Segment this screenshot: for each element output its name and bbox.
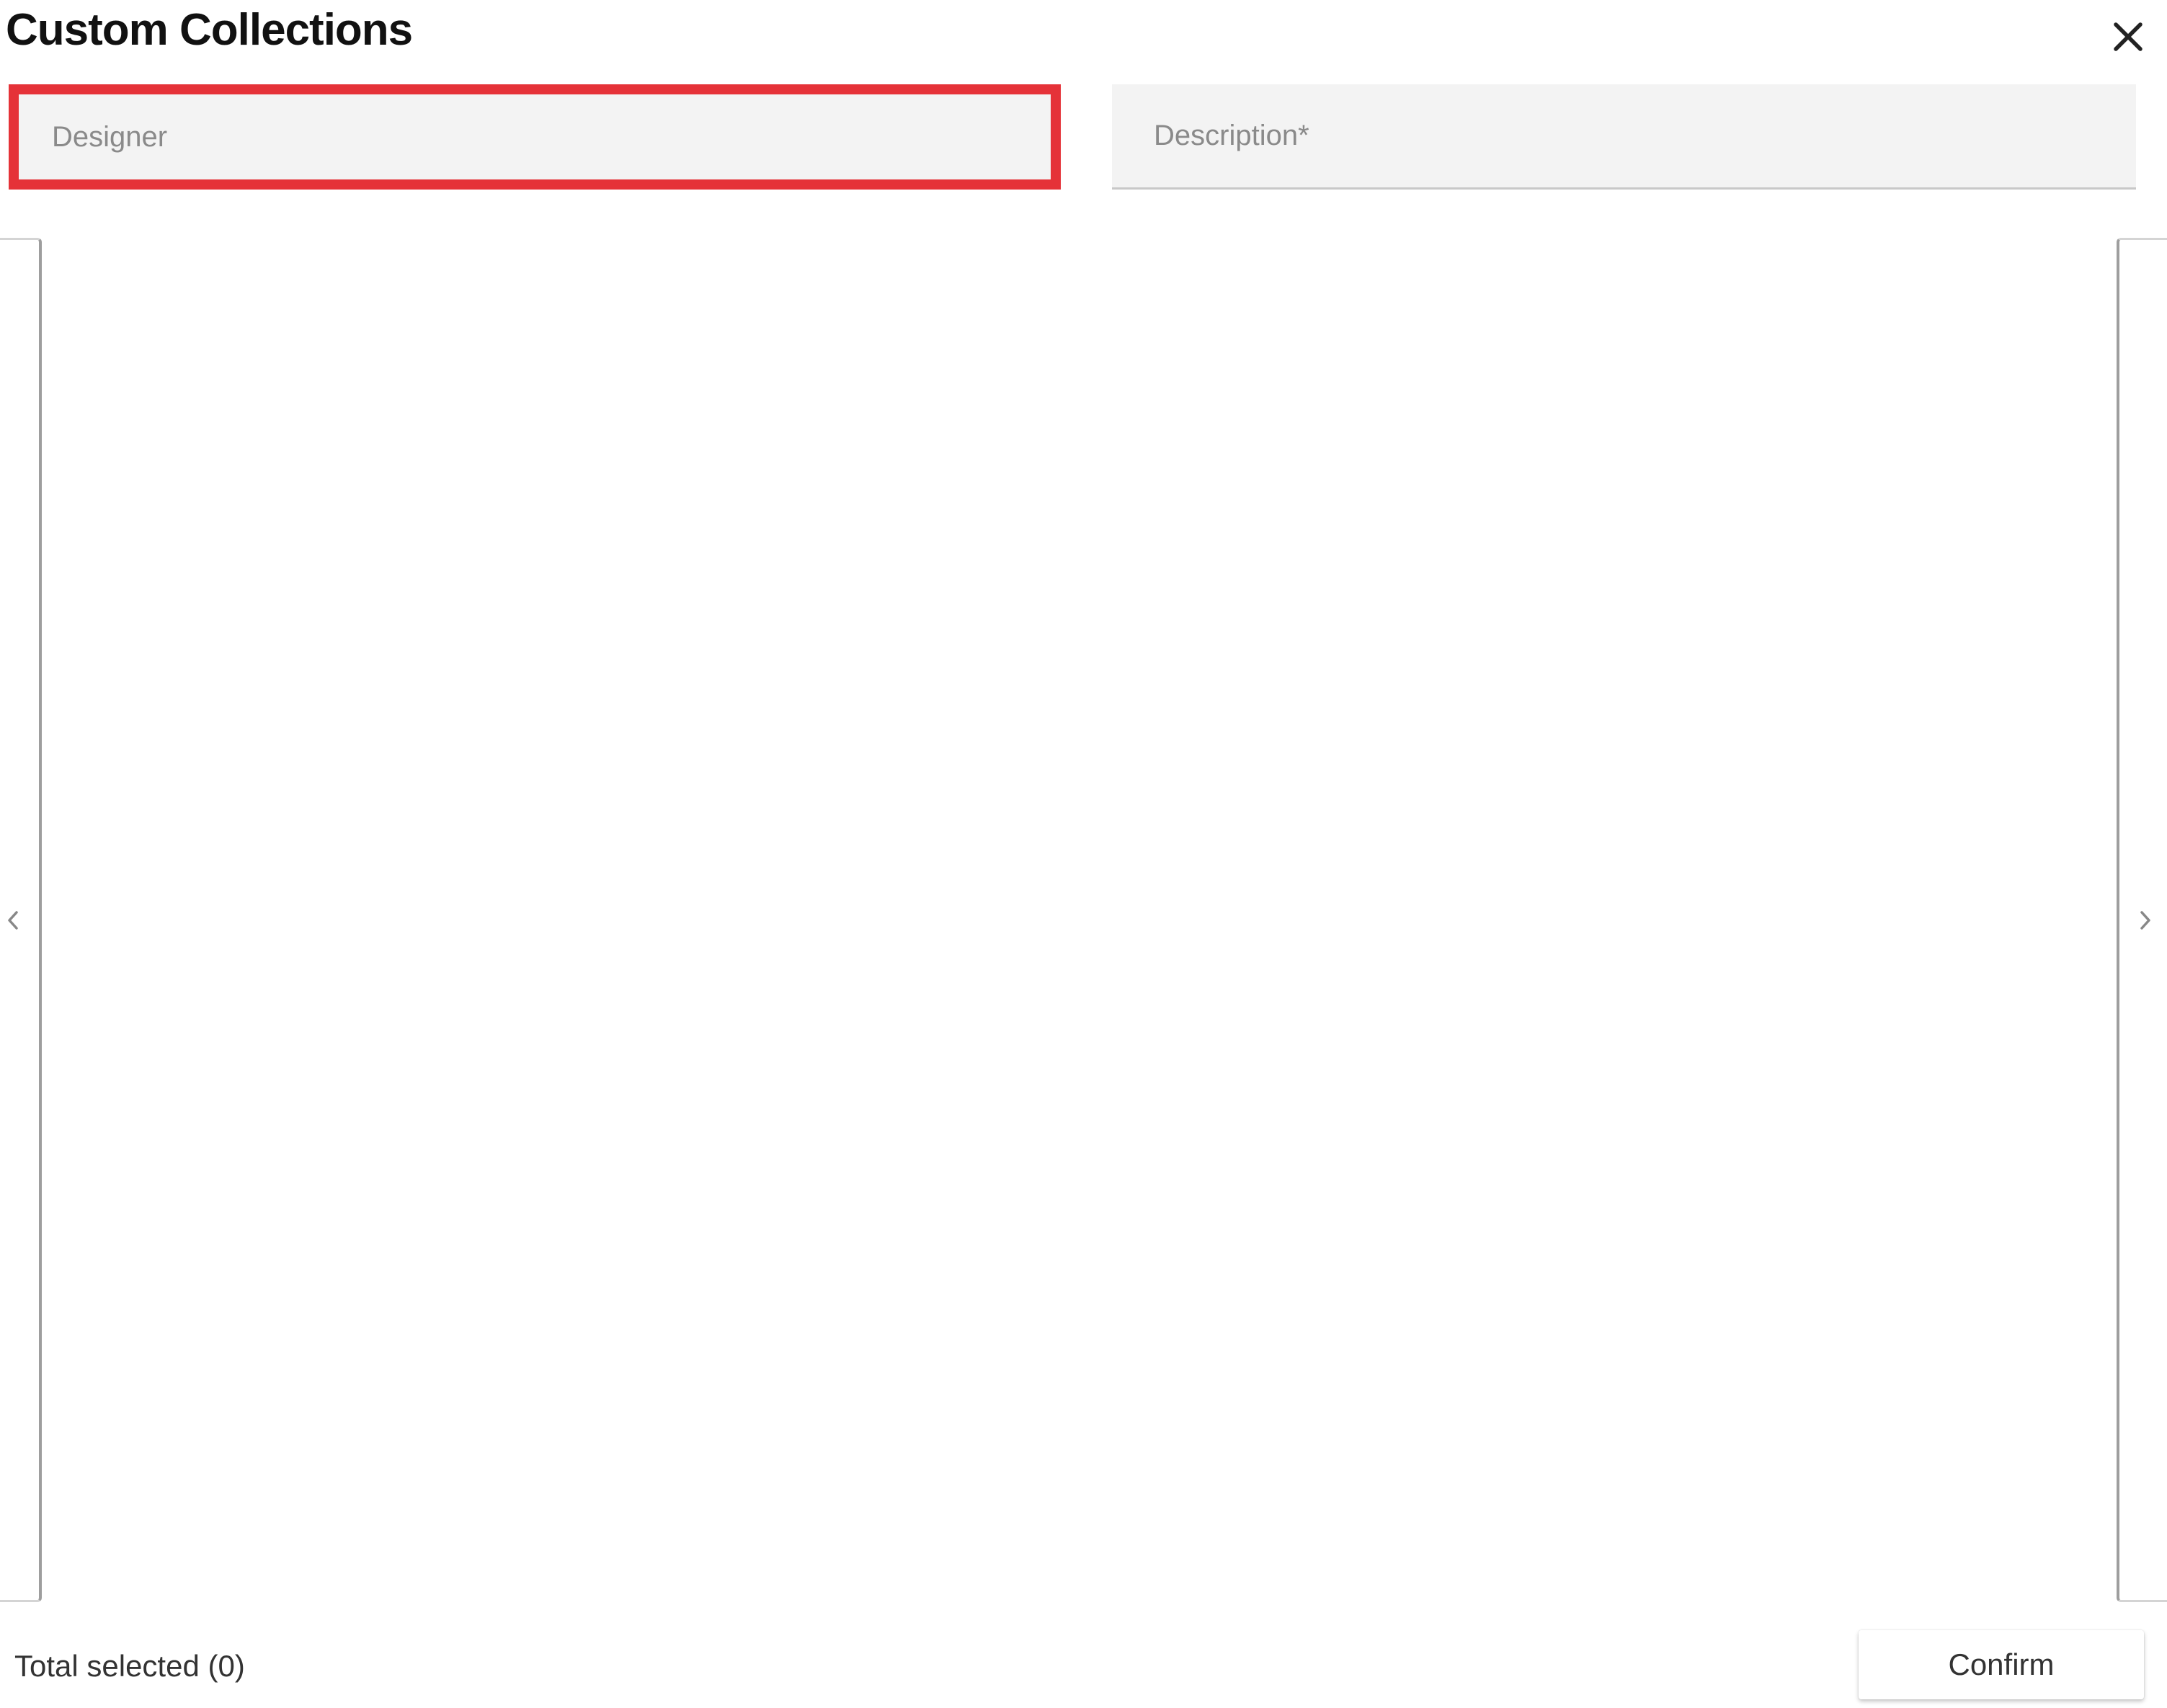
chevron-left-icon <box>8 910 18 930</box>
designer-field <box>9 84 1061 190</box>
dialog-title: Custom Collections <box>6 5 413 55</box>
close-icon <box>2114 22 2142 51</box>
confirm-button[interactable]: Confirm <box>1859 1630 2144 1699</box>
carousel-prev-button[interactable] <box>0 238 42 1602</box>
description-field <box>1112 84 2136 190</box>
designer-input[interactable] <box>19 94 1051 179</box>
custom-collections-dialog: Custom Collections Total selected (0) Co… <box>0 0 2167 1708</box>
collection-carousel <box>0 238 2167 1602</box>
total-selected-label: Total selected (0) <box>14 1649 245 1683</box>
close-button[interactable] <box>2104 13 2152 61</box>
description-input[interactable] <box>1112 84 2136 187</box>
carousel-content <box>42 238 2117 1602</box>
chevron-right-icon <box>2140 910 2150 930</box>
carousel-next-button[interactable] <box>2117 238 2167 1602</box>
